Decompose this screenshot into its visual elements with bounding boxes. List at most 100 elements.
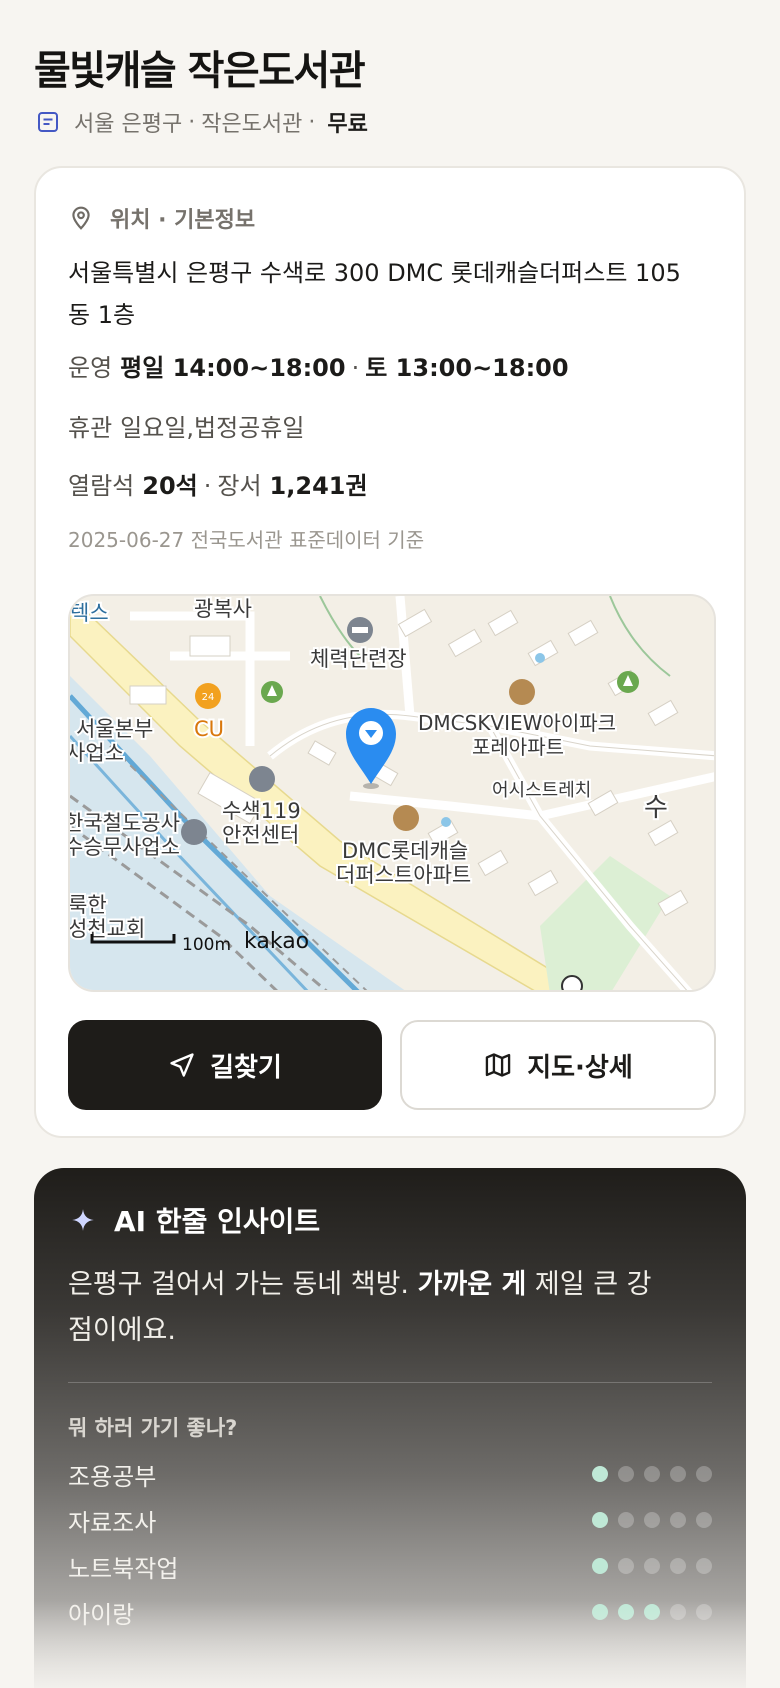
map-label: 룩한 bbox=[70, 893, 107, 917]
page-title: 물빛캐슬 작은도서관 bbox=[34, 48, 366, 94]
rating-dot-empty bbox=[644, 1466, 660, 1482]
directions-button[interactable]: 길찾기 bbox=[68, 1020, 382, 1110]
map-label: 광복사 bbox=[194, 597, 252, 621]
map-label: 안전센터 bbox=[222, 823, 299, 847]
rating-dot-empty bbox=[618, 1512, 634, 1528]
navigation-arrow-icon bbox=[170, 1053, 194, 1077]
hours-label: 운영 bbox=[68, 354, 113, 382]
building-icon bbox=[181, 819, 207, 845]
map-label: 체력단련장 bbox=[310, 647, 407, 671]
map-label: 텍스 bbox=[70, 601, 109, 625]
books-value: 1,241권 bbox=[269, 472, 368, 500]
apartment-icon bbox=[393, 805, 419, 831]
cu-badge: 24 bbox=[202, 692, 215, 703]
rating-dot-empty bbox=[696, 1466, 712, 1482]
map-label: 더퍼스트아파트 bbox=[336, 863, 471, 887]
seats-value: 20석 bbox=[142, 472, 198, 500]
library-meta: 서울 은평구 · 작은도서관 · 무료 bbox=[36, 106, 368, 138]
library-detail-page: 물빛캐슬 작은도서관 서울 은평구 · 작은도서관 · 무료 위치 · 기본정보… bbox=[0, 0, 780, 1688]
activity-name: 아이랑 bbox=[68, 1600, 135, 1629]
rating-dots bbox=[592, 1466, 712, 1482]
rating-dot-empty bbox=[670, 1512, 686, 1528]
closed-label: 휴관 bbox=[68, 414, 113, 442]
fire-station-icon bbox=[249, 766, 275, 792]
location-map[interactable]: 24 텍스 광복사 체력단련장 CU 서울본부 사업소 DMCSKVIEW아이파… bbox=[68, 594, 716, 992]
weekday-hours: 평일 14:00~18:00 bbox=[120, 354, 346, 382]
rating-dot-empty bbox=[670, 1466, 686, 1482]
hours-row: 운영 평일 14:00~18:00 · 토 13:00~18:00 bbox=[68, 348, 569, 383]
location-pin-icon bbox=[72, 206, 90, 230]
card-section-title: 위치 · 기본정보 bbox=[110, 208, 256, 233]
rating-dot-empty bbox=[644, 1558, 660, 1574]
map-detail-button[interactable]: 지도·상세 bbox=[400, 1020, 716, 1110]
hours-separator: · bbox=[351, 354, 360, 382]
rating-dot-empty bbox=[696, 1604, 712, 1620]
rating-dot-filled bbox=[592, 1512, 608, 1528]
data-source-note: 2025-06-27 전국도서관 표준데이터 기준 bbox=[68, 528, 425, 552]
address-text: 서울특별시 은평구 수색로 300 DMC 롯데캐슬더퍼스트 105동 1층 bbox=[68, 259, 681, 329]
district-text: 서울 은평구 bbox=[74, 112, 183, 137]
ai-insight-header: AI 한줄 인사이트 bbox=[70, 1200, 320, 1240]
rating-dots bbox=[592, 1558, 712, 1574]
map-label: DMCSKVIEW아이파크 bbox=[418, 711, 616, 735]
map-label: CU bbox=[194, 717, 224, 741]
insight-text-highlight: 가까운 게 bbox=[417, 1269, 527, 1300]
map-label: 수 bbox=[644, 793, 668, 823]
insight-text-start: 은평구 걸어서 가는 동네 책방. bbox=[68, 1269, 418, 1300]
rating-dot-empty bbox=[670, 1604, 686, 1620]
map-label: 서울본부 bbox=[76, 717, 153, 741]
map-canvas: 24 텍스 광복사 체력단련장 CU 서울본부 사업소 DMCSKVIEW아이파… bbox=[70, 596, 714, 990]
activity-name: 조용공부 bbox=[68, 1462, 157, 1491]
activity-name: 자료조사 bbox=[68, 1508, 157, 1537]
ai-insight-title: AI 한줄 인사이트 bbox=[114, 1205, 321, 1238]
seats-row: 열람석 20석 · 장서 1,241권 bbox=[68, 466, 368, 501]
card-header: 위치 · 기본정보 bbox=[68, 202, 255, 234]
map-label: 어시스트레치 bbox=[492, 780, 591, 801]
rating-dot-empty bbox=[696, 1512, 712, 1528]
document-icon bbox=[38, 112, 58, 132]
activity-row: 조용공부 bbox=[68, 1454, 712, 1494]
ai-insight-text: 은평구 걸어서 가는 동네 책방. 가까운 게 제일 큰 강점이에요. bbox=[68, 1262, 668, 1354]
books-label: 장서 bbox=[217, 472, 262, 500]
closed-days: 일요일,법정공휴일 bbox=[120, 414, 305, 442]
rating-dot-filled bbox=[592, 1466, 608, 1482]
rating-dots bbox=[592, 1512, 712, 1528]
ai-insight-card: AI 한줄 인사이트 은평구 걸어서 가는 동네 책방. 가까운 게 제일 큰 … bbox=[34, 1168, 746, 1688]
saturday-hours: 토 13:00~18:00 bbox=[365, 354, 569, 382]
sparkle-icon bbox=[72, 1209, 94, 1231]
activity-name: 노트북작업 bbox=[68, 1554, 179, 1583]
closed-row: 휴관 일요일,법정공휴일 bbox=[68, 408, 304, 443]
activity-row: 자료조사 bbox=[68, 1500, 712, 1540]
rating-dot-empty bbox=[644, 1512, 660, 1528]
rating-dot-filled bbox=[644, 1604, 660, 1620]
rating-dot-empty bbox=[618, 1466, 634, 1482]
activity-row: 노트북작업 bbox=[68, 1546, 712, 1586]
activity-question: 뭐 하러 가기 좋나? bbox=[68, 1416, 238, 1440]
map-label: 수색119 bbox=[222, 799, 301, 823]
rating-dot-filled bbox=[592, 1604, 608, 1620]
location-info-card: 위치 · 기본정보 서울특별시 은평구 수색로 300 DMC 롯데캐슬더퍼스트… bbox=[34, 166, 746, 1138]
category-text: 작은도서관 bbox=[201, 112, 303, 137]
meta-separator: · bbox=[308, 109, 316, 135]
rating-dot-filled bbox=[618, 1604, 634, 1620]
rating-dot-empty bbox=[670, 1558, 686, 1574]
rating-dot-filled bbox=[592, 1558, 608, 1574]
map-detail-label: 지도·상세 bbox=[527, 1052, 633, 1083]
meta-separator: · bbox=[188, 109, 196, 135]
map-label: 한국철도공사 bbox=[70, 811, 180, 835]
activity-row: 아이랑 bbox=[68, 1592, 712, 1632]
rating-dot-empty bbox=[696, 1558, 712, 1574]
map-brand-logo: kakao bbox=[244, 929, 309, 954]
directions-label: 길찾기 bbox=[210, 1052, 282, 1083]
map-icon bbox=[485, 1053, 511, 1077]
scale-label: 100m bbox=[182, 935, 231, 955]
map-label: DMC롯데캐슬 bbox=[342, 839, 468, 863]
fee-badge: 무료 bbox=[327, 112, 368, 137]
seats-label: 열람석 bbox=[68, 472, 135, 500]
map-label: 사업소 bbox=[70, 741, 124, 765]
divider bbox=[68, 1382, 712, 1383]
map-label: 성천교회 bbox=[70, 917, 145, 941]
rating-dots bbox=[592, 1604, 712, 1620]
rating-dot-empty bbox=[618, 1558, 634, 1574]
seats-separator: · bbox=[203, 472, 212, 500]
